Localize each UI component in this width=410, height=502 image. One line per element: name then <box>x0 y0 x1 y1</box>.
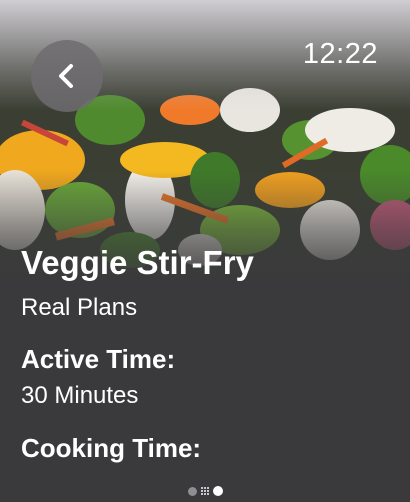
recipe-title: Veggie Stir-Fry <box>21 244 254 281</box>
recipe-source: Real Plans <box>21 294 138 321</box>
cooking-time-label: Cooking Time: <box>21 433 202 463</box>
page-dot-active <box>212 486 223 496</box>
recipe-details: Veggie Stir-Fry Real Plans Active Time: … <box>21 240 394 465</box>
status-time: 12:22 <box>302 38 378 70</box>
chevron-left-icon <box>59 64 73 88</box>
page-dot <box>187 486 197 496</box>
active-time-label: Active Time: <box>21 344 176 374</box>
active-time-value: 30 Minutes <box>21 382 139 409</box>
page-indicator[interactable] <box>0 486 410 496</box>
grid-page-icon <box>200 487 210 496</box>
back-button[interactable] <box>31 40 103 112</box>
